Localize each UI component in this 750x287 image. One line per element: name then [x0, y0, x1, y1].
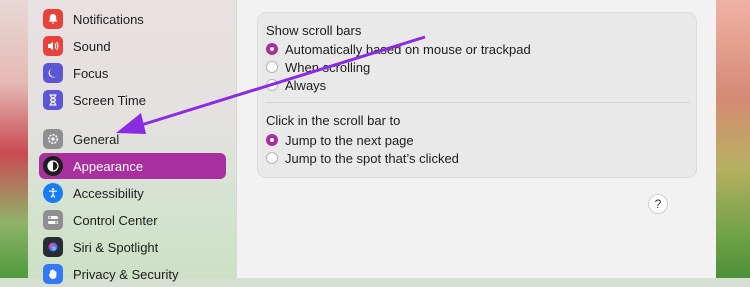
sidebar-item-accessibility[interactable]: Accessibility: [39, 180, 226, 206]
sidebar-item-label: Sound: [73, 38, 111, 54]
radio-when-scrolling[interactable]: When scrolling: [266, 58, 370, 76]
sidebar-item-focus[interactable]: Focus: [39, 60, 226, 86]
sidebar-item-privacy-security[interactable]: Privacy & Security: [39, 261, 226, 287]
radio-label: When scrolling: [285, 59, 371, 75]
radio-button[interactable]: [266, 43, 278, 55]
hourglass-icon: [43, 90, 63, 110]
section-divider: [266, 102, 690, 103]
sidebar-item-label: Appearance: [73, 158, 144, 174]
siri-icon: [43, 237, 63, 257]
radio-button[interactable]: [266, 79, 278, 91]
sidebar-item-label: Screen Time: [73, 92, 146, 108]
sidebar-item-label: Control Center: [73, 212, 158, 228]
sidebar-item-label: Privacy & Security: [73, 266, 179, 282]
sidebar-item-notifications[interactable]: Notifications: [39, 6, 226, 32]
sidebar-item-label: Notifications: [73, 11, 144, 27]
toggles-icon: [43, 210, 63, 230]
radio-button[interactable]: [266, 134, 278, 146]
radio-label: Jump to the spot that’s clicked: [285, 150, 459, 166]
radio-label: Always: [285, 77, 327, 93]
sidebar-item-control-center[interactable]: Control Center: [39, 207, 226, 233]
accessibility-icon: [43, 183, 63, 203]
radio-label: Automatically based on mouse or trackpad: [285, 41, 531, 57]
sidebar-item-label: Accessibility: [73, 185, 144, 201]
show-scroll-bars-heading: Show scroll bars: [266, 23, 362, 38]
system-settings-window: Notifications Sound Focus Screen Time Ge: [28, 0, 716, 284]
radio-always[interactable]: Always: [266, 76, 326, 94]
sidebar-item-label: Siri & Spotlight: [73, 239, 159, 255]
appearance-icon: [43, 156, 63, 176]
sidebar-item-sound[interactable]: Sound: [39, 33, 226, 59]
radio-jump-next-page[interactable]: Jump to the next page: [266, 131, 414, 149]
sidebar-item-appearance[interactable]: Appearance: [39, 153, 226, 179]
sidebar-item-label: General: [73, 131, 120, 147]
content-pane: Show scroll bars Automatically based on …: [236, 0, 716, 278]
radio-automatically[interactable]: Automatically based on mouse or trackpad: [266, 40, 531, 58]
click-scroll-bar-heading: Click in the scroll bar to: [266, 113, 401, 128]
moon-icon: [43, 63, 63, 83]
hand-icon: [43, 264, 63, 284]
radio-button[interactable]: [266, 61, 278, 73]
help-button[interactable]: ?: [648, 194, 668, 214]
radio-label: Jump to the next page: [285, 132, 414, 148]
scroll-settings-card: Show scroll bars Automatically based on …: [257, 12, 697, 178]
speaker-icon: [43, 36, 63, 56]
sidebar-item-label: Focus: [73, 65, 109, 81]
sidebar-item-general[interactable]: General: [39, 126, 226, 152]
sidebar: Notifications Sound Focus Screen Time Ge: [28, 0, 237, 284]
sidebar-item-siri-spotlight[interactable]: Siri & Spotlight: [39, 234, 226, 260]
desktop-wallpaper-right: [716, 0, 750, 278]
gear-icon: [43, 129, 63, 149]
sidebar-item-screen-time[interactable]: Screen Time: [39, 87, 226, 113]
bell-icon: [43, 9, 63, 29]
radio-button[interactable]: [266, 152, 278, 164]
radio-jump-to-spot[interactable]: Jump to the spot that’s clicked: [266, 149, 459, 167]
